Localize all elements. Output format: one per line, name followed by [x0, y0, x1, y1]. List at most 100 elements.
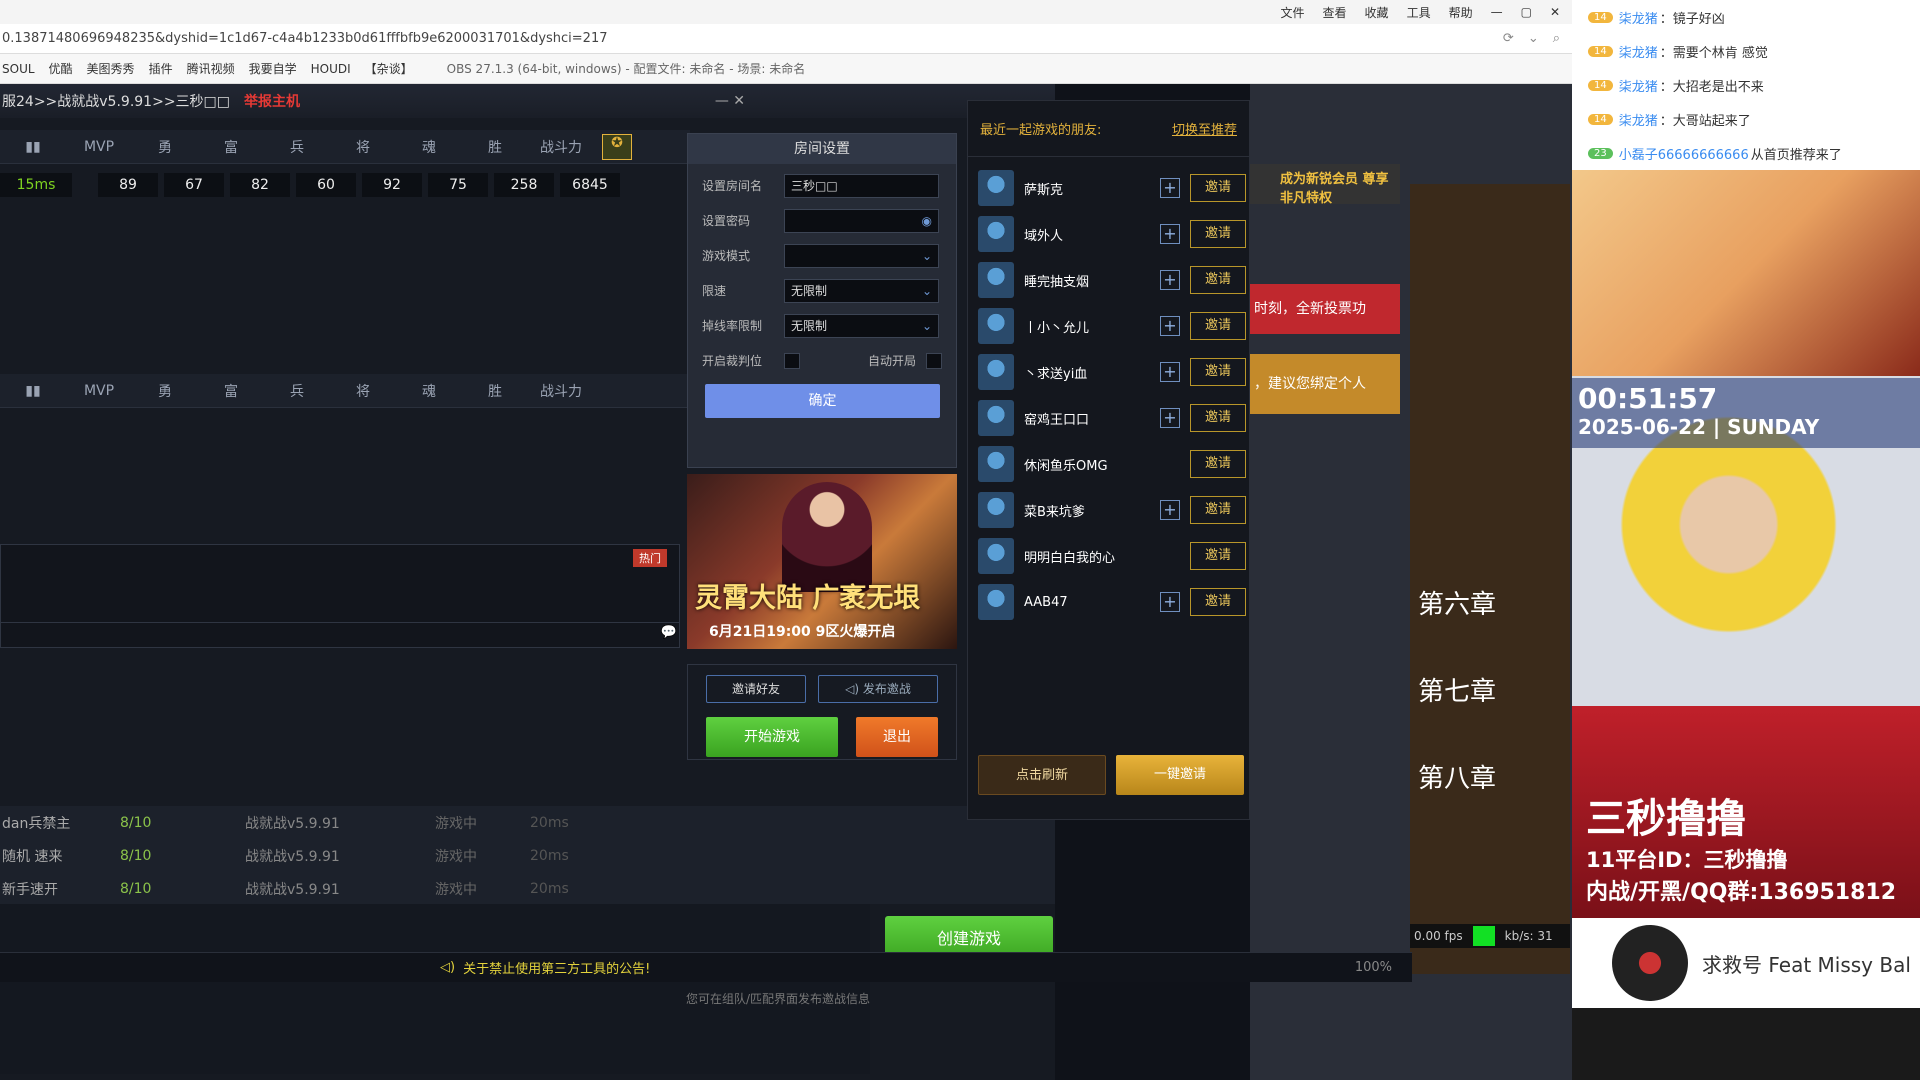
- col-soldier: 兵: [290, 383, 304, 400]
- mode-select[interactable]: ⌄: [784, 243, 939, 268]
- invite-button[interactable]: 邀请: [1190, 358, 1246, 386]
- search-icon[interactable]: ⌕: [1553, 31, 1560, 46]
- eye-icon[interactable]: ◉: [922, 210, 932, 232]
- table-row[interactable]: dan兵禁主 8/10 战就战v5.9.91 游戏中 20ms: [0, 806, 1055, 839]
- speaker-icon: ◁): [845, 682, 863, 696]
- menu-file[interactable]: 文件: [1281, 4, 1305, 21]
- invite-button[interactable]: 邀请: [1190, 220, 1246, 248]
- add-friend-icon[interactable]: +: [1160, 592, 1180, 612]
- add-friend-icon[interactable]: +: [1160, 178, 1180, 198]
- drop-select[interactable]: 无限制 ⌄: [784, 313, 939, 338]
- col-general: 将: [356, 139, 370, 156]
- refresh-button[interactable]: 点击刷新: [978, 755, 1106, 795]
- refresh-icon[interactable]: ⟳: [1503, 31, 1514, 46]
- address-bar[interactable]: 0.13871480696948235&dyshid=1c1d67-c4a4b1…: [0, 24, 1572, 54]
- stream-overlay: 14 柒龙猪 ：镜子好凶 14 柒龙猪 ：需要个林肯 感觉 14 柒龙猪 ：大招老是出不来 …: [1572, 0, 1920, 1080]
- level-badge: 23: [1588, 147, 1613, 159]
- auto-start-checkbox[interactable]: [926, 352, 942, 369]
- bookmark[interactable]: 插件: [149, 60, 173, 77]
- bookmark[interactable]: 【杂谈】: [365, 60, 413, 77]
- close-icon[interactable]: ✕: [1550, 5, 1560, 19]
- comment-user[interactable]: 柒龙猪: [1619, 76, 1658, 95]
- invite-button[interactable]: 邀请: [1190, 588, 1246, 616]
- comment-text: 从首页推荐来了: [1750, 147, 1842, 163]
- col-brave: 勇: [158, 383, 172, 400]
- room-name-label: 设置房间名: [702, 179, 763, 193]
- bookmark[interactable]: 优酷: [49, 60, 73, 77]
- maximize-icon[interactable]: ▢: [1521, 5, 1532, 19]
- comment-user[interactable]: 柒龙猪: [1619, 110, 1658, 129]
- password-input[interactable]: ◉: [784, 208, 939, 233]
- avatar: [978, 400, 1014, 436]
- chat-icon[interactable]: 💬: [661, 625, 677, 640]
- room-actions: 邀请好友 ◁) 发布邀战 开始游戏 退出: [687, 664, 957, 760]
- bookmark[interactable]: HOUDI: [311, 62, 351, 76]
- bookmark[interactable]: 美图秀秀: [87, 60, 135, 77]
- comment-user[interactable]: 柒龙猪: [1619, 42, 1658, 61]
- game-ping: 20ms: [530, 880, 569, 897]
- confirm-button[interactable]: 确定: [705, 384, 940, 418]
- add-friend-icon[interactable]: +: [1160, 224, 1180, 244]
- col-power: 战斗力: [540, 139, 582, 156]
- player-count: 8/10: [120, 847, 152, 864]
- chevron-down-icon[interactable]: ⌄: [1528, 31, 1539, 46]
- report-host-link[interactable]: 举报主机: [244, 91, 300, 111]
- avatar: [978, 170, 1014, 206]
- vip-promo[interactable]: 成为新锐会员 尊享非凡特权: [1250, 164, 1400, 206]
- friend-name: 明明白白我的心: [1024, 550, 1116, 566]
- table-row[interactable]: 新手速开 8/10 战就战v5.9.91 游戏中 20ms: [0, 872, 1055, 905]
- chat-input-bar[interactable]: 💬: [0, 622, 680, 648]
- stats-header: ▮▮ MVP 勇 富 兵 将 魂 胜 战斗力 ✪: [0, 130, 690, 164]
- switch-recommend-link[interactable]: 切换至推荐: [1172, 119, 1237, 138]
- game-name: 新手速开: [2, 881, 58, 898]
- mode-label: 游戏模式: [702, 249, 751, 263]
- table-row[interactable]: 随机 速来 8/10 战就战v5.9.91 游戏中 20ms: [0, 839, 1055, 872]
- invite-button[interactable]: 邀请: [1190, 174, 1246, 202]
- bookmark[interactable]: SOUL: [2, 62, 35, 76]
- add-friend-icon[interactable]: +: [1160, 500, 1180, 520]
- quit-button[interactable]: 退出: [856, 717, 938, 757]
- start-game-button[interactable]: 开始游戏: [706, 717, 838, 757]
- add-friend-icon[interactable]: +: [1160, 362, 1180, 382]
- chat-area[interactable]: 您可在组队/匹配界面发布邀战信息: [0, 904, 870, 1074]
- chapter-label: 第六章: [1418, 590, 1497, 620]
- medal-icon[interactable]: ✪: [602, 133, 632, 160]
- game-name: dan兵禁主: [2, 815, 71, 832]
- gold-promo[interactable]: ，建议您绑定个人: [1250, 354, 1400, 414]
- menu-favorites[interactable]: 收藏: [1365, 4, 1389, 21]
- speed-select[interactable]: 无限制 ⌄: [784, 278, 939, 303]
- invite-button[interactable]: 邀请: [1190, 266, 1246, 294]
- avatar: [978, 446, 1014, 482]
- invite-button[interactable]: 邀请: [1190, 542, 1246, 570]
- menu-help[interactable]: 帮助: [1449, 4, 1473, 21]
- comment-user[interactable]: 小磊子66666666666: [1619, 144, 1749, 163]
- invite-button[interactable]: 邀请: [1190, 312, 1246, 340]
- add-friend-icon[interactable]: +: [1160, 316, 1180, 336]
- invite-button[interactable]: 邀请: [1190, 496, 1246, 524]
- judge-checkbox[interactable]: [784, 352, 800, 369]
- qq-group: 内战/开黑/QQ群:136951812: [1586, 880, 1897, 905]
- url-text[interactable]: 0.13871480696948235&dyshid=1c1d67-c4a4b1…: [2, 31, 608, 46]
- invite-all-button[interactable]: 一键邀请: [1116, 755, 1244, 795]
- ad-banner[interactable]: 灵霄大陆 广袤无垠 6月21日19:00 9区火爆开启: [687, 474, 957, 649]
- publish-invite-button[interactable]: ◁) 发布邀战: [818, 675, 938, 703]
- speaker-icon: ◁): [440, 960, 456, 975]
- add-friend-icon[interactable]: +: [1160, 270, 1180, 290]
- add-friend-icon[interactable]: +: [1160, 408, 1180, 428]
- menu-view[interactable]: 查看: [1323, 4, 1347, 21]
- comment-user[interactable]: 柒龙猪: [1619, 8, 1658, 27]
- menu-tools[interactable]: 工具: [1407, 4, 1431, 21]
- announcement-link[interactable]: 关于禁止使用第三方工具的公告!: [463, 958, 650, 977]
- bookmark[interactable]: 腾讯视频: [187, 60, 235, 77]
- bookmark[interactable]: 我要自学: [249, 60, 297, 77]
- stat-value: 67: [164, 173, 224, 197]
- minimize-icon[interactable]: —: [1491, 5, 1503, 19]
- banner-subtitle: 6月21日19:00 9区火爆开启: [709, 624, 896, 640]
- invite-button[interactable]: 邀请: [1190, 404, 1246, 432]
- speed-value: 无限制: [791, 283, 828, 298]
- room-name-input[interactable]: 三秒□□: [784, 173, 939, 198]
- red-promo[interactable]: 时刻，全新投票功: [1250, 284, 1400, 334]
- invite-friends-button[interactable]: 邀请好友: [706, 675, 806, 703]
- invite-button[interactable]: 邀请: [1190, 450, 1246, 478]
- window-controls[interactable]: — ✕: [715, 93, 745, 109]
